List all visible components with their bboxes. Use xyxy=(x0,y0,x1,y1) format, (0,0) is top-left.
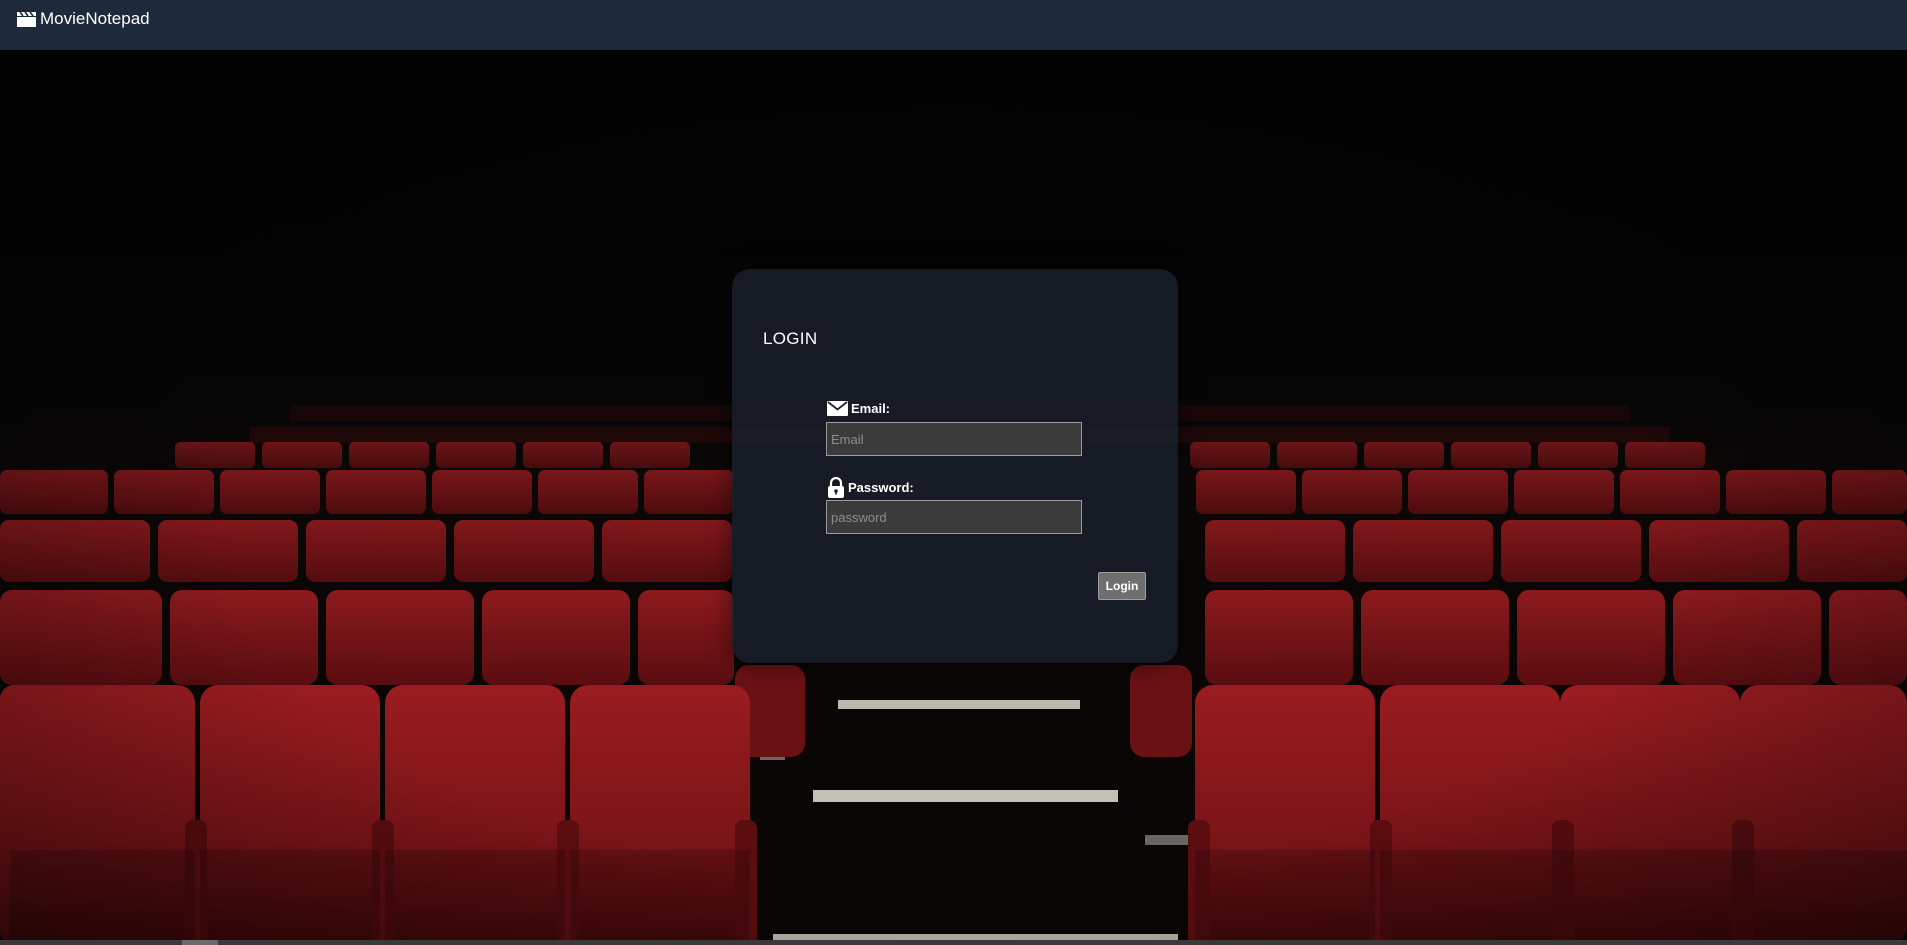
password-label-text: Password: xyxy=(848,480,914,495)
password-input[interactable] xyxy=(826,500,1082,534)
login-button[interactable]: Login xyxy=(1098,572,1146,600)
login-title: LOGIN xyxy=(763,329,818,348)
email-label: Email: xyxy=(827,401,890,416)
brand-link[interactable]: MovieNotepad xyxy=(16,9,150,29)
clapperboard-icon xyxy=(17,11,36,27)
scrollbar-thumb[interactable] xyxy=(182,940,218,945)
lock-icon xyxy=(828,477,844,498)
login-card: LOGIN Email: Password: Login xyxy=(732,269,1178,663)
password-label: Password: xyxy=(827,477,914,498)
envelope-icon xyxy=(827,401,848,416)
email-input[interactable] xyxy=(826,422,1082,456)
horizontal-scrollbar[interactable] xyxy=(0,940,1907,945)
brand-name: MovieNotepad xyxy=(40,9,150,28)
navbar: MovieNotepad xyxy=(0,0,1907,50)
email-label-text: Email: xyxy=(851,401,891,416)
